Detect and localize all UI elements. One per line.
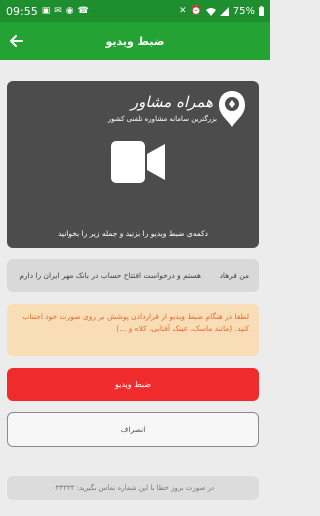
gallery-icon: ▣ xyxy=(41,5,51,16)
status-right: ✕ ⏰ 75% xyxy=(179,6,264,17)
logo-mark-icon xyxy=(219,91,245,127)
logo-title: همراه مشاور xyxy=(130,93,213,111)
logo-subtitle: بزرگترین سامانه مشاوره تلفنی کشور xyxy=(107,115,217,123)
warning-text: لطفا در هنگام ضبط ویدیو از قراردادن پوشش… xyxy=(22,312,249,333)
phone-icon: ☎ xyxy=(77,5,89,16)
whatsapp-icon: ◉ xyxy=(65,5,74,16)
status-time: 09:55 xyxy=(6,4,38,18)
cancel-button[interactable]: انصراف xyxy=(7,412,259,447)
logo: همراه مشاور بزرگترین سامانه مشاوره تلفنی… xyxy=(87,89,247,133)
app-bar: ضبط ویدیو xyxy=(0,22,270,60)
battery-percent: 75% xyxy=(232,5,255,17)
phrase-text: هستم و درخواست افتتاح حساب در بانک مهر ا… xyxy=(19,271,201,280)
warning-notice: لطفا در هنگام ضبط ویدیو از قراردادن پوشش… xyxy=(7,304,259,356)
support-note: در صورت بروز خطا با این شماره تماس بگیری… xyxy=(7,476,259,500)
phrase-name: من فرهاد xyxy=(219,271,249,280)
status-left: 09:55 ▣ ✉ ◉ ☎ xyxy=(6,5,89,18)
mute-icon: ✕ xyxy=(179,5,187,16)
message-icon: ✉ xyxy=(54,5,62,16)
video-camera-icon xyxy=(111,141,165,183)
phrase-card: من فرهاد هستم و درخواست افتتاح حساب در ب… xyxy=(7,259,259,292)
status-bar: 09:55 ▣ ✉ ◉ ☎ ✕ ⏰ 75% xyxy=(0,0,270,22)
video-instruction: دکمه‌ی ضبط ویدیو را بزنید و جمله زیر را … xyxy=(58,229,208,238)
page-title: ضبط ویدیو xyxy=(105,34,165,48)
alarm-icon: ⏰ xyxy=(190,5,202,16)
wifi-icon xyxy=(205,7,216,16)
signal-icon xyxy=(219,6,229,16)
record-video-button[interactable]: ضبط ویدیو xyxy=(7,368,259,401)
video-preview: همراه مشاور بزرگترین سامانه مشاوره تلفنی… xyxy=(7,81,259,248)
battery-icon xyxy=(259,6,264,16)
